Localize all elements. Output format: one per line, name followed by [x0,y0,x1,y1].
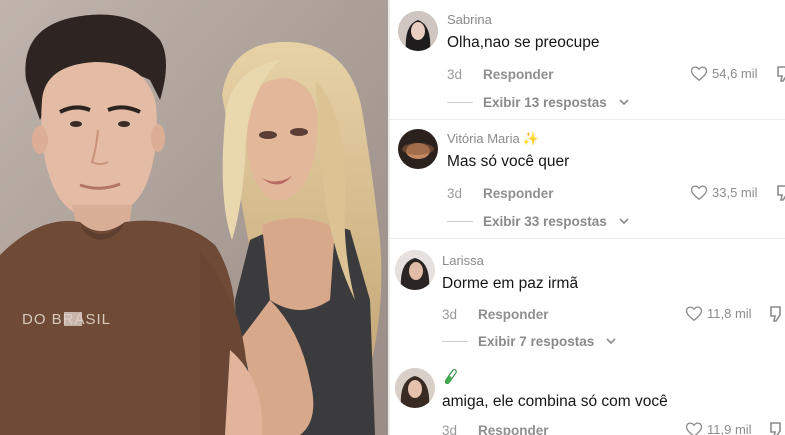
avatar[interactable] [395,368,435,408]
comment-time: 3d [447,186,463,201]
like-count: 11,8 mil [707,306,752,321]
like-count: 33,5 mil [712,185,758,200]
avatar[interactable] [395,250,435,290]
heart-icon [690,185,708,201]
view-replies-button[interactable]: Exibir 33 respostas [447,214,629,229]
comment-time: 3d [447,67,463,82]
view-replies-label: Exibir 7 respostas [478,334,595,349]
heart-icon [690,66,708,82]
comment-author[interactable]: Vitória Maria ✨ [447,131,539,147]
view-replies-label: Exibir 13 respostas [483,95,607,110]
thread-line [447,221,473,222]
heart-icon [685,306,703,322]
test-tube-icon [444,369,457,384]
dislike-icon[interactable] [769,306,783,322]
comment-text: Dorme em paz irmã [442,275,579,292]
like-button[interactable]: 11,8 mil [685,305,752,322]
chevron-down-icon [619,99,629,106]
avatar-photo [398,129,438,169]
like-count: 54,6 mil [712,66,758,81]
comment-text: Olha,nao se preocupe [447,34,600,51]
avatar-photo [398,11,438,51]
comment-text: Mas só você quer [447,153,570,170]
dislike-icon[interactable] [776,66,785,82]
comments-panel: Sabrina Olha,nao se preocupe 3d Responde… [390,0,785,435]
view-replies-button[interactable]: Exibir 13 respostas [447,95,629,110]
comment-time: 3d [442,423,458,435]
like-button[interactable]: 33,5 mil [690,184,758,201]
thread-line [442,341,468,342]
like-count: 11,9 mil [707,422,752,435]
thread-line [447,102,473,103]
reply-button[interactable]: Responder [483,186,554,201]
view-replies-button[interactable]: Exibir 7 respostas [442,334,616,349]
like-button[interactable]: 11,9 mil [685,421,752,435]
comment-text: amiga, ele combina só com você [442,393,668,410]
dislike-icon[interactable] [776,185,785,201]
reply-button[interactable]: Responder [483,67,554,82]
sparkles-icon: ✨ [522,131,539,146]
heart-icon [685,422,703,435]
comment-author-name: Vitória Maria [447,131,520,146]
post-photo: DO BRASIL [0,0,388,435]
avatar-photo [395,368,435,408]
reply-button[interactable]: Responder [478,307,549,322]
like-button[interactable]: 54,6 mil [690,65,758,82]
couple-photo-illustration: DO BRASIL [0,0,388,435]
comment-author[interactable]: Sabrina [447,12,492,27]
reply-button[interactable]: Responder [478,423,549,435]
comment-separator [390,119,785,120]
comment-author[interactable]: Larissa [442,253,484,268]
avatar-photo [395,250,435,290]
avatar[interactable] [398,129,438,169]
comment-time: 3d [442,307,458,322]
avatar[interactable] [398,11,438,51]
chevron-down-icon [606,338,616,345]
view-replies-label: Exibir 33 respostas [483,214,607,229]
dislike-icon[interactable] [769,422,783,435]
comment-separator [390,238,785,239]
chevron-down-icon [619,218,629,225]
